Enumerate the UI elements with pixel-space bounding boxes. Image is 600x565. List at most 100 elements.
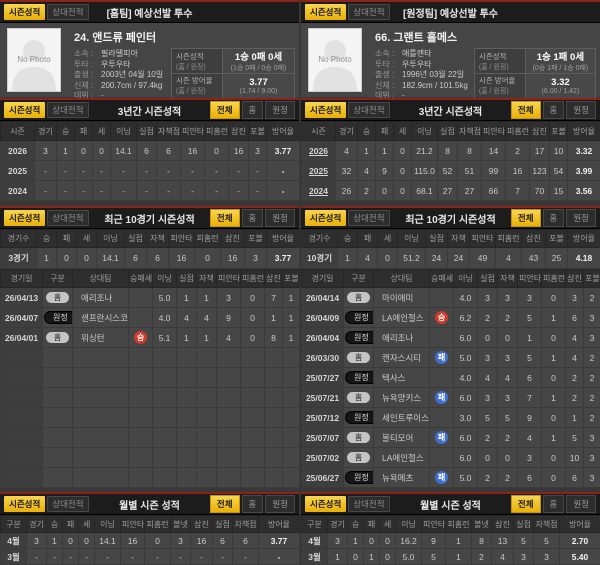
tab-season-stats[interactable]: 시즌성적 [4, 102, 45, 118]
tab-season-stats[interactable]: 시즌성적 [305, 4, 346, 20]
table-cell: - [145, 549, 171, 565]
filter-home-button[interactable]: 홈 [242, 495, 264, 513]
table-cell: 14.1 [97, 248, 125, 269]
filter-away-button[interactable]: 원정 [566, 209, 596, 227]
tab-vs-record[interactable]: 상대전적 [47, 4, 88, 20]
table-cell: 26/03/30 [302, 348, 344, 368]
table-cell[interactable]: 2024 [302, 181, 336, 201]
section-header-bar: 시즌성적상대전적3년간 시즌성적전체홈원정 [0, 100, 299, 121]
tab-season-stats[interactable]: 시즌성적 [4, 496, 45, 512]
filter-all-button[interactable]: 전체 [210, 495, 240, 513]
table-cell: 6.0 [454, 428, 478, 448]
tab-vs-record[interactable]: 상대전적 [348, 210, 389, 226]
table-cell: 3 [478, 388, 498, 408]
tab-vs-record[interactable]: 상대전적 [348, 496, 389, 512]
filter-away-button[interactable]: 원정 [265, 101, 295, 119]
tab-season-stats[interactable]: 시즌성적 [4, 210, 45, 226]
table-cell: 5.0 [454, 348, 478, 368]
table-cell [129, 288, 153, 308]
table-cell: 6.2 [454, 308, 478, 328]
table-cell: 99 [482, 161, 506, 181]
home-pill: 홈 [347, 452, 370, 463]
table-cell[interactable]: 2026 [302, 141, 336, 161]
filter-home-button[interactable]: 홈 [242, 209, 264, 227]
filter-away-button[interactable]: 원정 [265, 209, 295, 227]
table-cell: 3월 [1, 549, 27, 565]
filter-home-button[interactable]: 홈 [543, 101, 565, 119]
away-pitcher-panel: 시즌성적상대전적[원정팀] 예상선발 투수 No Photo 66. 그랜트 홀… [301, 0, 600, 565]
table-cell: 2 [472, 549, 492, 565]
filter-all-button[interactable]: 전체 [210, 209, 240, 227]
player-bio-list: 소속애틀랜타 투타우투우타 출생1996년 03월 22일 신체182.9cm … [369, 47, 474, 104]
filter-away-button[interactable]: 원정 [566, 101, 596, 119]
header-row: 경기수승패세이닝실점자책피안타피홈런삼진포볼방어율 [302, 230, 600, 248]
table-cell: 5 [534, 533, 560, 549]
column-header: 이닝 [111, 122, 137, 141]
tab-season-stats[interactable]: 시즌성적 [305, 496, 346, 512]
column-header: 세 [79, 516, 95, 533]
table-cell: 0 [380, 533, 396, 549]
tab-season-stats[interactable]: 시즌성적 [305, 210, 346, 226]
table-cell: 홈 [344, 348, 374, 368]
table-cell: 16 [121, 533, 145, 549]
table-cell [1, 448, 43, 468]
table-cell: 9 [518, 408, 542, 428]
player-name: 24. 앤드류 페인터 [68, 23, 299, 47]
table-cell: 14.1 [111, 141, 137, 161]
table-cell: 1 [446, 549, 472, 565]
filter-all-button[interactable]: 전체 [511, 101, 541, 119]
table-cell: 홈 [344, 388, 374, 408]
table-cell: 1 [358, 141, 376, 161]
filter-home-button[interactable]: 홈 [242, 101, 264, 119]
table-cell [129, 468, 153, 488]
filter-home-button[interactable]: 홈 [543, 209, 565, 227]
column-header: 실점 [514, 516, 534, 533]
table-cell: 8 [472, 533, 492, 549]
tab-season-stats[interactable]: 시즌성적 [305, 102, 346, 118]
table-cell: 0 [145, 533, 171, 549]
table-cell: 0 [205, 141, 229, 161]
table-cell: 2 [566, 388, 584, 408]
season-link[interactable]: 2025 [309, 166, 328, 176]
table-cell[interactable]: 2025 [302, 161, 336, 181]
column-header: 실점 [438, 122, 458, 141]
table-cell: 3 [584, 468, 600, 488]
tab-season-stats[interactable]: 시즌성적 [4, 4, 45, 20]
tab-vs-record[interactable]: 상대전적 [47, 210, 88, 226]
tab-vs-record[interactable]: 상대전적 [47, 102, 88, 118]
home-pill: 홈 [347, 292, 370, 303]
table-cell [1, 348, 43, 368]
column-header: 피홈런 [496, 230, 522, 248]
tab-vs-record[interactable]: 상대전적 [348, 102, 389, 118]
filter-away-button[interactable]: 원정 [265, 495, 295, 513]
tab-vs-record[interactable]: 상대전적 [348, 4, 389, 20]
table-cell: 3 [518, 288, 542, 308]
table-cell [265, 408, 283, 428]
column-header: 피홈런 [506, 122, 530, 141]
table-cell: 원정 [344, 308, 374, 328]
table-row: 3월------------ [1, 549, 300, 565]
season-link[interactable]: 2026 [309, 146, 328, 156]
filter-all-button[interactable]: 전체 [210, 101, 240, 119]
table-cell: 1 [283, 308, 300, 328]
column-header: 피안타 [181, 122, 205, 141]
table-cell: 0 [93, 141, 111, 161]
table-cell: - [93, 161, 111, 181]
season-record-value: 1승 1패 0세 [526, 49, 595, 63]
column-header: 자책 [197, 270, 217, 288]
tab-vs-record[interactable]: 상대전적 [47, 496, 88, 512]
filter-all-button[interactable]: 전체 [511, 495, 541, 513]
column-header: 세 [378, 230, 398, 248]
table-cell: 1 [283, 288, 300, 308]
table-cell: 9 [422, 533, 446, 549]
filter-home-button[interactable]: 홈 [543, 495, 565, 513]
season-link[interactable]: 2024 [309, 186, 328, 196]
season-summary-box: 시즌성적(홈 / 원정) 1승 0패 0세(1승 0패 / 0승 0패) 시즌 … [171, 48, 295, 99]
table-cell: 0 [478, 328, 498, 348]
table-cell: 10경기 [302, 248, 338, 269]
filter-all-button[interactable]: 전체 [511, 209, 541, 227]
table-cell: 6 [137, 141, 157, 161]
away-pill: 원정 [345, 331, 374, 344]
column-header: 이닝 [454, 270, 478, 288]
filter-away-button[interactable]: 원정 [566, 495, 596, 513]
